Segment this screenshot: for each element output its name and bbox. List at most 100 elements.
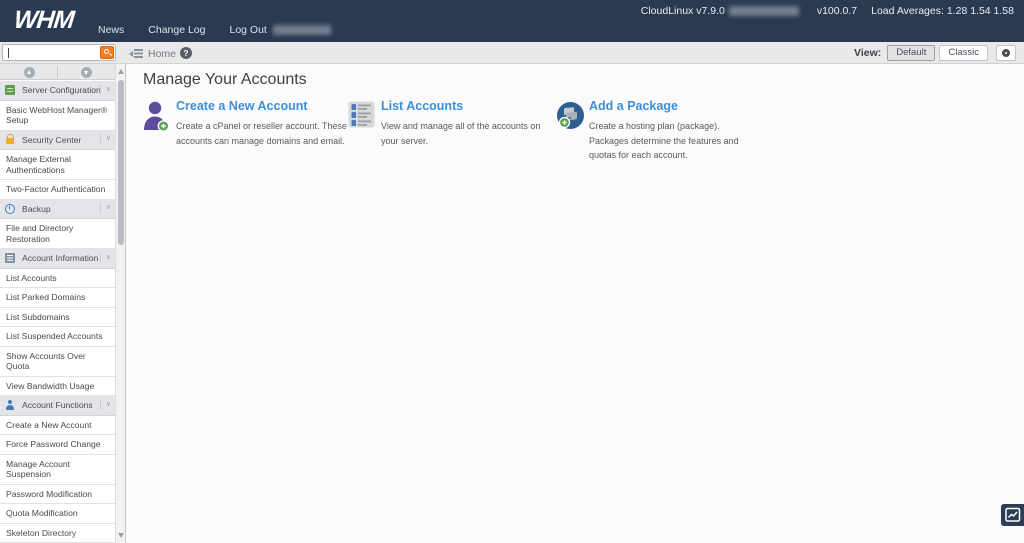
chart-icon: [1005, 507, 1021, 522]
feature-title-create-account[interactable]: Create a New Account: [176, 99, 351, 113]
sidebar-item-list-subdomains[interactable]: List Subdomains: [0, 307, 115, 327]
info-icon: [5, 253, 15, 263]
scrollbar-down-arrow-icon[interactable]: [118, 533, 124, 538]
sidebar-label: View Bandwidth Usage: [6, 380, 95, 391]
redacted-username: [272, 25, 331, 36]
sidebar-label: Quota Modification: [6, 508, 78, 518]
sidebar-label: File and Directory Restoration: [6, 223, 74, 244]
feature-list-accounts: List Accounts View and manage all of the…: [348, 99, 556, 148]
feature-desc-add-package: Create a hosting plan (package). Package…: [589, 121, 739, 160]
sidebar-section-security-center[interactable]: Security Center ∨: [0, 130, 115, 150]
sidebar-item-basic-webhost-manager-setup[interactable]: Basic WebHost Manager® Setup: [0, 100, 115, 131]
distro-label: CloudLinux v7.9.0: [640, 5, 725, 17]
sidebar-item-view-bandwidth-usage[interactable]: View Bandwidth Usage: [0, 376, 115, 396]
search-icon: [104, 49, 109, 54]
view-classic-button[interactable]: Classic: [939, 45, 988, 61]
chevron-down-icon[interactable]: ∨: [99, 84, 111, 94]
sidebar-item-skeleton-directory[interactable]: Skeleton Directory: [0, 523, 115, 543]
version-label: v100.0.7: [816, 5, 858, 17]
whm-window: WHM News Change Log Log Out CloudLinux v…: [0, 0, 1024, 543]
sidebar-label: Security Center: [22, 134, 82, 145]
header-nav: News Change Log Log Out: [98, 24, 331, 36]
header-bar: WHM News Change Log Log Out CloudLinux v…: [0, 0, 1024, 42]
load-averages: Load Averages: 1.28 1.54 1.58: [871, 5, 1014, 17]
sidebar-label: Basic WebHost Manager® Setup: [6, 104, 108, 126]
sidebar-section-account-functions[interactable]: Account Functions ∨: [0, 396, 115, 416]
redacted-hostname: [728, 6, 799, 16]
search-input[interactable]: [5, 45, 97, 60]
sidebar-item-show-accounts-over-quota[interactable]: Show Accounts Over Quota: [0, 346, 115, 377]
system-info: CloudLinux v7.9.0 v100.0.7 Load Averages…: [641, 5, 1014, 17]
sidebar-scroll-controls: [0, 64, 115, 80]
chevron-down-icon[interactable]: ∨: [99, 134, 111, 143]
scrollbar-up-arrow-icon[interactable]: [118, 69, 124, 74]
sidebar-label: Manage Account Suspension: [6, 458, 71, 480]
sidebar-label: List Accounts: [6, 272, 57, 283]
scroll-up-button[interactable]: [24, 66, 35, 78]
sidebar-label: Create a New Account: [6, 419, 92, 430]
sidebar-section-server-configuration[interactable]: Server Configuration ∨: [0, 81, 115, 101]
sidebar-item-manage-external-authentications[interactable]: Manage External Authentications: [0, 150, 115, 180]
whm-logo[interactable]: WHM: [12, 6, 75, 35]
sidebar-label: Account Information: [22, 253, 99, 263]
sidebar-label: Force Password Change: [6, 439, 101, 449]
nav-log-out[interactable]: Log Out: [229, 24, 331, 36]
sidebar: Server Configuration ∨ Basic WebHost Manag…: [0, 64, 126, 543]
sidebar-label: Backup: [22, 203, 51, 214]
text-caret: [8, 48, 9, 58]
sidebar-item-list-accounts[interactable]: List Accounts: [0, 268, 115, 288]
chevron-down-icon[interactable]: ∨: [99, 399, 111, 409]
help-icon[interactable]: ?: [180, 47, 192, 59]
toolbar: Home ? View: Default Classic: [0, 42, 1024, 64]
chevron-down-icon[interactable]: ∨: [99, 203, 111, 212]
nav-change-log[interactable]: Change Log: [148, 24, 205, 36]
sidebar-label: Show Accounts Over Quota: [6, 350, 86, 372]
sidebar-item-list-parked-domains[interactable]: List Parked Domains: [0, 288, 115, 308]
sidebar-item-manage-account-suspension[interactable]: Manage Account Suspension: [0, 454, 115, 485]
list-accounts-icon[interactable]: [348, 101, 375, 128]
sidebar-nav: Server Configuration ∨ Basic WebHost Manag…: [0, 81, 115, 543]
sidebar-item-quota-modification[interactable]: Quota Modification: [0, 504, 115, 524]
feature-title-list-accounts[interactable]: List Accounts: [381, 99, 556, 113]
chevron-down-icon[interactable]: ∨: [99, 252, 111, 262]
sidebar-item-file-and-directory-restoration[interactable]: File and Directory Restoration: [0, 219, 115, 249]
view-label: View:: [854, 47, 882, 59]
view-default-button[interactable]: Default: [887, 45, 936, 61]
sidebar-label: Account Functions: [22, 400, 93, 410]
sidebar-item-create-a-new-account[interactable]: Create a New Account: [0, 415, 115, 435]
sidebar-label: List Suspended Accounts: [6, 331, 103, 341]
search-button[interactable]: [100, 46, 114, 59]
feature-add-package: Add a Package Create a hosting plan (pac…: [556, 99, 756, 163]
settings-button[interactable]: [996, 45, 1016, 61]
sidebar-label: Server Configuration: [22, 85, 101, 95]
user-icon: [5, 400, 15, 410]
feature-title-add-package[interactable]: Add a Package: [589, 99, 756, 113]
sidebar-item-list-suspended-accounts[interactable]: List Suspended Accounts: [0, 327, 115, 347]
server-icon: [5, 85, 15, 95]
gear-icon: [1002, 49, 1010, 57]
feature-desc-create-account: Create a cPanel or reseller account. The…: [176, 121, 347, 146]
sidebar-label: List Subdomains: [6, 311, 70, 322]
sidebar-label: List Parked Domains: [6, 292, 86, 302]
analytics-button[interactable]: [1001, 504, 1024, 526]
page-title: Manage Your Accounts: [143, 71, 307, 88]
sidebar-section-backup[interactable]: Backup ∨: [0, 199, 115, 219]
feature-create-account: Create a New Account Create a cPanel or …: [143, 99, 351, 148]
view-switcher: View: Default Classic: [854, 45, 1016, 61]
scrollbar-thumb[interactable]: [117, 80, 124, 245]
user-add-icon[interactable]: [143, 101, 170, 132]
sidebar-item-password-modification[interactable]: Password Modification: [0, 484, 115, 504]
sidebar-scrollbar[interactable]: [115, 64, 125, 543]
lock-icon: [5, 133, 15, 145]
sidebar-label: Skeleton Directory: [6, 527, 77, 538]
scroll-down-button[interactable]: [81, 66, 92, 78]
sidebar-item-force-password-change[interactable]: Force Password Change: [0, 435, 115, 455]
sidebar-label: Two-Factor Authentication: [6, 184, 106, 194]
sidebar-item-two-factor-authentication[interactable]: Two-Factor Authentication: [0, 180, 115, 200]
breadcrumb-home[interactable]: Home: [148, 48, 176, 60]
nav-news[interactable]: News: [98, 24, 124, 36]
sidebar-section-account-information[interactable]: Account Information ∨: [0, 249, 115, 269]
sidebar-label: Password Modification: [6, 488, 92, 499]
package-add-icon[interactable]: [556, 101, 585, 130]
collapse-sidebar-icon[interactable]: [129, 49, 143, 58]
